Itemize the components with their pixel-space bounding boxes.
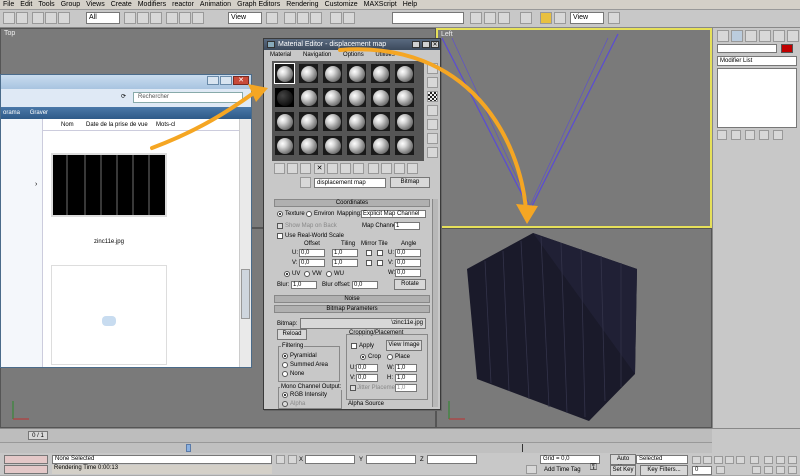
zoom-icon[interactable] — [764, 456, 773, 464]
track-tick — [522, 444, 523, 452]
time-slider-track[interactable]: 0 / 1 — [0, 429, 712, 443]
status-bar: 0 / 1 None Selected Rendering Time 0:00:… — [0, 428, 800, 476]
auto-key-button[interactable]: Auto Key — [610, 454, 636, 471]
add-time-tag[interactable]: Add Time Tag — [544, 467, 581, 473]
maximize-viewport-icon[interactable] — [788, 466, 797, 474]
selection-status: None Selected — [52, 455, 272, 464]
y-coordinate-field[interactable] — [366, 455, 416, 464]
maxscript-listener-2[interactable] — [4, 465, 48, 474]
zoom-all-icon[interactable] — [776, 456, 785, 464]
orbit-icon[interactable] — [776, 466, 785, 474]
key-icon[interactable]: ⚿ — [590, 463, 606, 473]
track-bar[interactable] — [0, 443, 712, 453]
next-frame-icon[interactable] — [725, 456, 734, 464]
go-to-end-icon[interactable] — [736, 456, 745, 464]
x-coordinate-field[interactable] — [305, 455, 355, 464]
maxscript-listener[interactable] — [4, 455, 48, 464]
go-to-start-icon[interactable] — [692, 456, 701, 464]
z-label: Z — [420, 457, 424, 463]
absolute-mode-icon[interactable] — [288, 455, 297, 464]
z-coordinate-field[interactable] — [427, 455, 477, 464]
keyframe-marker[interactable] — [186, 444, 191, 452]
x-label: X — [299, 457, 304, 463]
set-key-button[interactable]: Set Key — [610, 465, 636, 476]
rendering-time: Rendering Time 0:00:13 — [52, 465, 272, 474]
lock-selection-icon[interactable] — [276, 455, 285, 464]
time-tag-icon[interactable] — [526, 465, 537, 474]
zoom-extents-icon[interactable] — [788, 456, 797, 464]
annotation-arrows — [150, 47, 538, 224]
play-icon[interactable] — [714, 456, 723, 464]
time-slider-thumb[interactable]: 0 / 1 — [28, 431, 48, 440]
previous-frame-icon[interactable] — [703, 456, 712, 464]
field-of-view-icon[interactable] — [752, 466, 761, 474]
current-frame-field[interactable]: 0 — [692, 466, 712, 475]
y-label: Y — [359, 457, 364, 463]
key-filters-button[interactable]: Key Filters... — [640, 465, 688, 476]
key-mode-toggle-icon[interactable] — [750, 456, 759, 464]
key-mode-dropdown[interactable]: Selected — [636, 455, 688, 464]
time-config-icon[interactable] — [716, 466, 725, 474]
pan-icon[interactable] — [764, 466, 773, 474]
